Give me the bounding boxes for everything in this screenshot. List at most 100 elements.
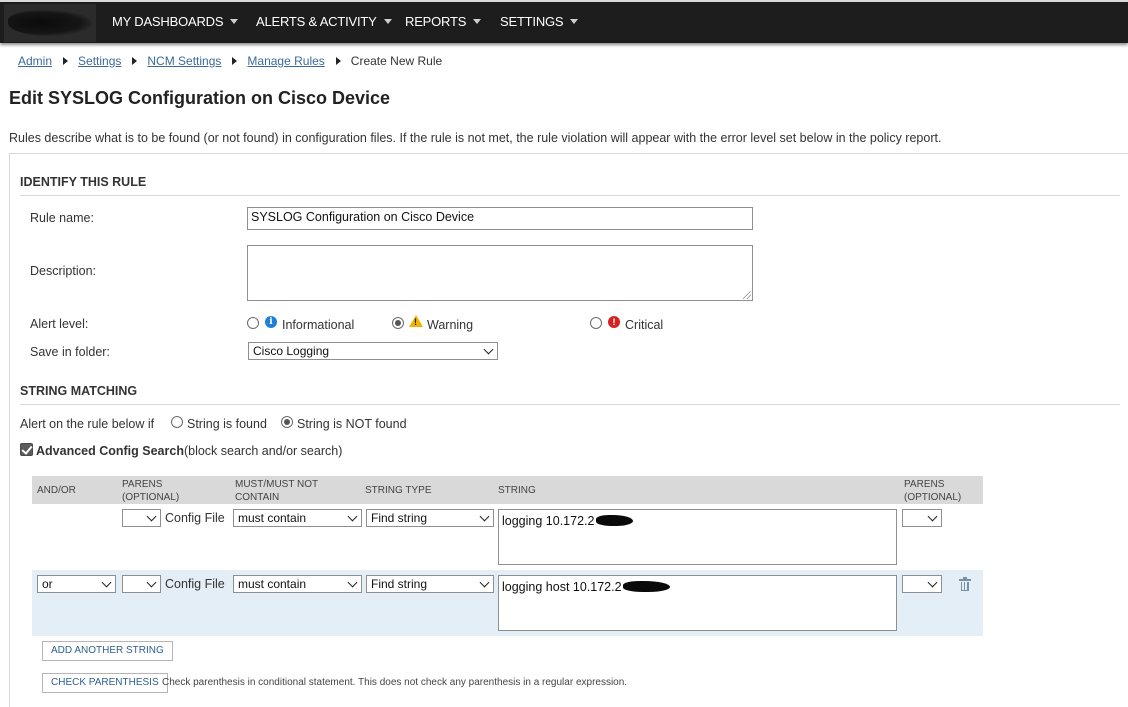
resize-handle-icon[interactable] [743, 291, 751, 299]
chevron-down-icon [101, 577, 112, 588]
row2-and-or-select[interactable]: or [37, 575, 116, 593]
row1-string-input[interactable]: logging 10.172.2 [498, 509, 897, 565]
nav-label: ALERTS & ACTIVITY [256, 14, 377, 29]
save-folder-select[interactable]: Cisco Logging [248, 342, 498, 360]
row1-string-type-select[interactable]: Find string [366, 509, 494, 527]
string-not-found-label: String is NOT found [297, 417, 407, 431]
identify-section-title: IDENTIFY THIS RULE [20, 175, 147, 189]
select-value: Find string [371, 577, 428, 591]
nav-label: REPORTS [405, 14, 467, 29]
row2-source: Config File [165, 577, 225, 591]
select-value: or [42, 577, 53, 591]
header-text: PARENS [122, 479, 163, 490]
redaction-mark [623, 581, 670, 592]
string-found-label: String is found [187, 417, 267, 431]
advanced-search-hint: (block search and/or search) [183, 444, 343, 458]
nav-settings[interactable]: SETTINGS [500, 2, 579, 43]
string-found-radio[interactable] [171, 416, 183, 428]
delete-row-icon[interactable] [959, 577, 971, 591]
logo[interactable] [4, 4, 96, 42]
description-textarea[interactable] [247, 245, 753, 301]
intro-text: Rules describe what is to be found (or n… [9, 131, 942, 145]
breadcrumb-arrow-icon [132, 56, 138, 65]
redacted-logo-mark [8, 10, 92, 36]
breadcrumb-arrow-icon [63, 56, 69, 65]
rule-name-input[interactable]: SYSLOG Configuration on Cisco Device [247, 207, 753, 230]
alert-warning-radio[interactable] [392, 317, 404, 329]
string-not-found-radio[interactable] [281, 416, 293, 428]
header-text: MUST/MUST NOT [235, 479, 319, 490]
header-string: STRING [498, 485, 536, 496]
nav-my-dashboards[interactable]: MY DASHBOARDS [112, 2, 239, 43]
breadcrumb-arrow-icon [335, 56, 341, 65]
breadcrumb-admin[interactable]: Admin [18, 54, 52, 68]
row2-string-type-select[interactable]: Find string [366, 575, 494, 593]
alert-if-label: Alert on the rule below if [20, 417, 155, 431]
alert-informational-label: Informational [282, 318, 355, 332]
header-text: (OPTIONAL) [122, 492, 180, 503]
add-another-string-button[interactable]: ADD ANOTHER STRING [42, 641, 173, 661]
select-value: must contain [238, 511, 307, 525]
breadcrumb-current: Create New Rule [350, 54, 443, 68]
nav-label: MY DASHBOARDS [112, 14, 224, 29]
chevron-down-icon [347, 577, 358, 588]
row2-string-input[interactable]: logging host 10.172.2 [498, 575, 897, 631]
rule-name-value: SYSLOG Configuration on Cisco Device [251, 210, 475, 224]
header-and-or: AND/OR [37, 485, 76, 496]
check-parenthesis-button[interactable]: CHECK PARENTHESIS [42, 673, 168, 693]
string-value: logging host 10.172.2 [502, 580, 622, 594]
save-folder-label: Save in folder: [30, 345, 110, 359]
row1-source: Config File [165, 511, 225, 525]
header-text: (OPTIONAL) [904, 492, 962, 503]
chevron-down-icon [927, 577, 938, 588]
caret-down-icon [383, 19, 392, 25]
row1-parens-close-select[interactable] [902, 509, 942, 527]
row2-parens-close-select[interactable] [902, 575, 942, 593]
redaction-mark [596, 515, 633, 526]
check-parenthesis-help: Check parenthesis in conditional stateme… [162, 677, 628, 688]
caret-down-icon [473, 19, 482, 25]
header-parens-open: PARENS (OPTIONAL) [122, 478, 179, 504]
header-text: CONTAIN [235, 492, 280, 503]
alert-informational-radio[interactable] [247, 317, 259, 329]
header-text: PARENS [904, 479, 945, 490]
chevron-down-icon [479, 577, 490, 588]
description-label: Description: [30, 264, 96, 278]
string-value: logging 10.172.2 [502, 514, 595, 528]
breadcrumb: Admin Settings NCM Settings Manage Rules Cre… [18, 54, 442, 68]
advanced-search-checkbox[interactable] [20, 443, 33, 456]
nav-alerts-activity[interactable]: ALERTS & ACTIVITY [256, 2, 392, 43]
chevron-down-icon [479, 511, 490, 522]
advanced-search-title: Advanced Config Search [36, 444, 184, 458]
critical-icon: ! [608, 316, 620, 328]
warning-icon [409, 315, 423, 327]
breadcrumb-settings[interactable]: Settings [78, 54, 121, 68]
breadcrumb-manage-rules[interactable]: Manage Rules [247, 54, 324, 68]
caret-down-icon [230, 19, 239, 25]
select-value: Find string [371, 511, 428, 525]
matching-section-title: STRING MATCHING [20, 384, 138, 398]
top-navigation-bar: MY DASHBOARDS ALERTS & ACTIVITY REPORTS … [0, 0, 1128, 43]
header-string-type: STRING TYPE [365, 485, 432, 496]
breadcrumb-arrow-icon [232, 56, 238, 65]
save-folder-value: Cisco Logging [253, 344, 330, 358]
rule-name-label: Rule name: [30, 211, 94, 225]
row1-parens-open-select[interactable] [122, 509, 161, 527]
select-value: must contain [238, 577, 307, 591]
row1-must-select[interactable]: must contain [233, 509, 362, 527]
advanced-search-label: Advanced Config Search(block search and/… [36, 444, 342, 458]
header-parens-close: PARENS (OPTIONAL) [904, 478, 961, 504]
row2-parens-open-select[interactable] [122, 575, 161, 593]
chevron-down-icon [483, 344, 494, 355]
section-divider [20, 195, 1120, 196]
alert-critical-label: Critical [625, 318, 664, 332]
info-icon: i [265, 316, 277, 328]
alert-critical-radio[interactable] [590, 317, 602, 329]
alert-level-label: Alert level: [30, 317, 89, 331]
page-title: Edit SYSLOG Configuration on Cisco Devic… [9, 88, 391, 108]
breadcrumb-ncm-settings[interactable]: NCM Settings [147, 54, 221, 68]
chevron-down-icon [146, 511, 157, 522]
row2-must-select[interactable]: must contain [233, 575, 362, 593]
nav-reports[interactable]: REPORTS [405, 2, 482, 43]
caret-down-icon [570, 19, 579, 25]
